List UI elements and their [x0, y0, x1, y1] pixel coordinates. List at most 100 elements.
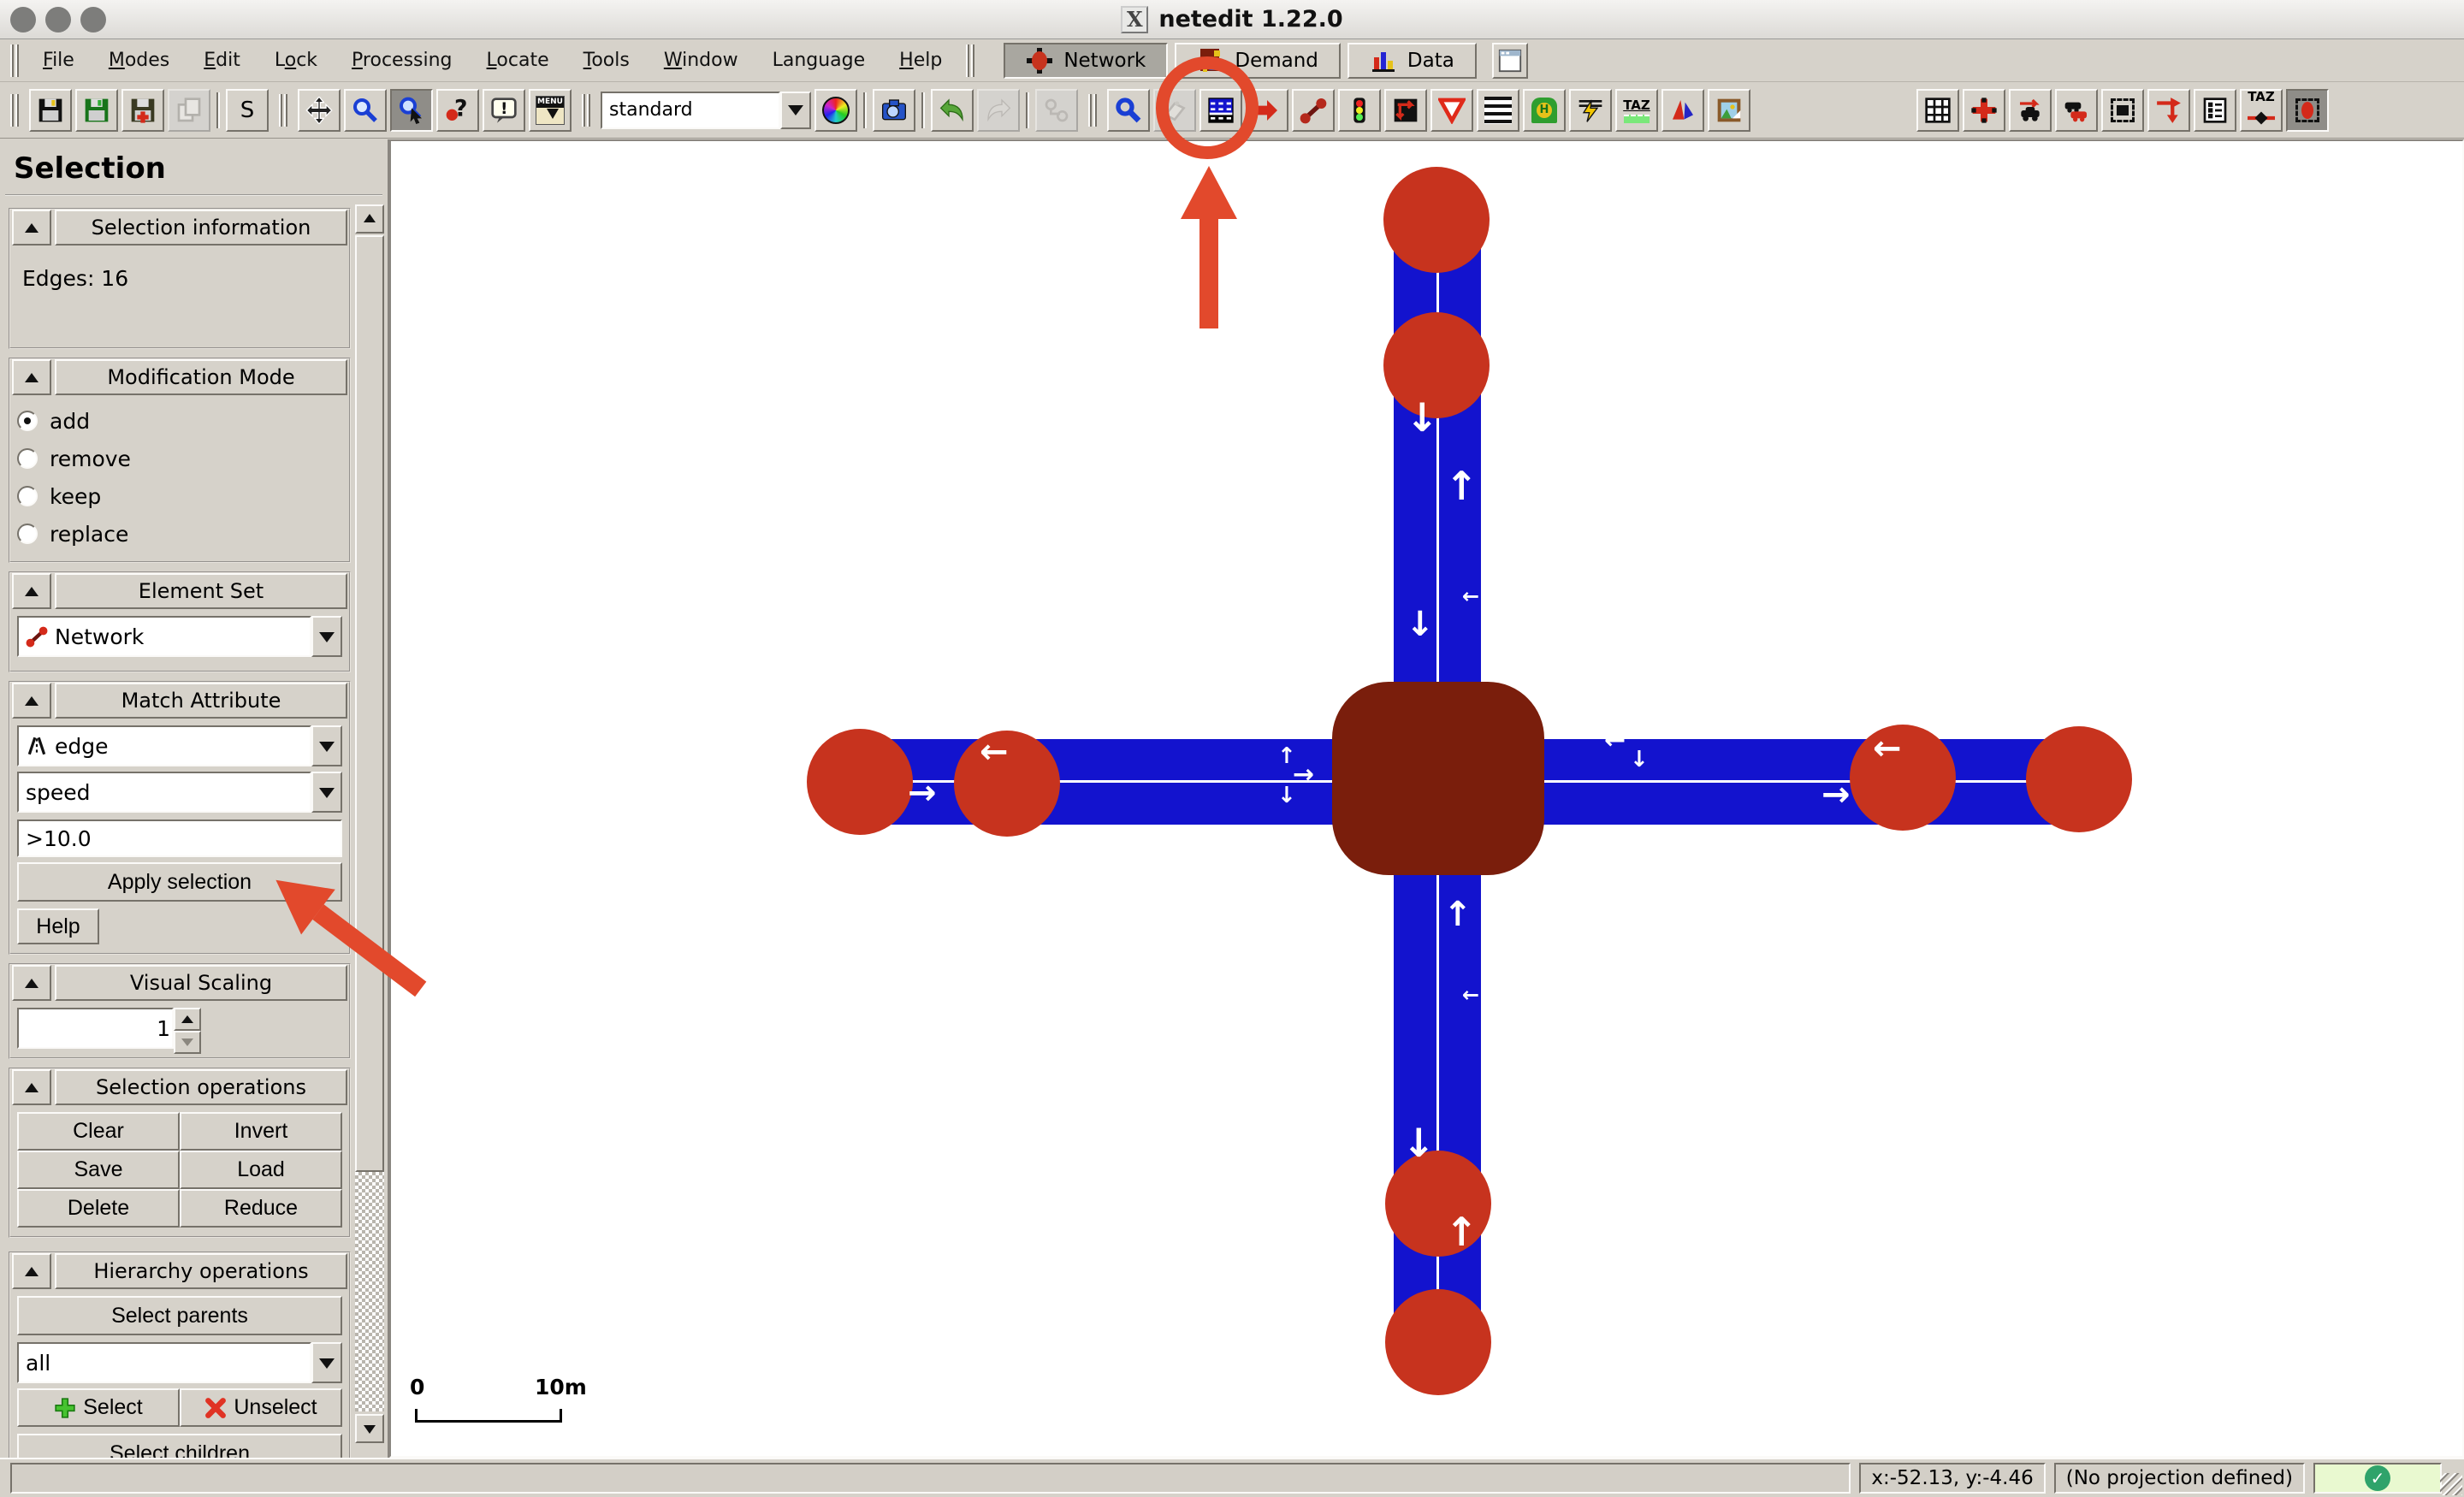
menu-lock[interactable]: Lock — [258, 40, 335, 81]
collapse-button[interactable] — [12, 965, 51, 1001]
selection-lock-button[interactable] — [2101, 89, 2144, 132]
undo-button[interactable] — [931, 89, 974, 132]
scale-spinner[interactable]: 1 — [17, 1008, 201, 1049]
clear-button[interactable]: Clear — [17, 1112, 180, 1151]
spin-down-button[interactable] — [174, 1031, 201, 1054]
vehicle-lock-button[interactable] — [2055, 89, 2098, 132]
toolbar-grip[interactable] — [10, 94, 19, 127]
select-children-button[interactable]: Select children — [17, 1434, 342, 1458]
tab-network[interactable]: Network — [1004, 43, 1168, 79]
screenshot-button[interactable] — [873, 89, 915, 132]
element-type-combo[interactable]: edge — [17, 725, 342, 766]
combo-dropdown-button[interactable] — [311, 725, 342, 766]
toolbar-grip[interactable] — [966, 44, 974, 77]
junction-lock-button[interactable] — [1963, 89, 2005, 132]
group-title[interactable]: Selection information — [55, 210, 347, 246]
save-network-button[interactable] — [29, 89, 72, 132]
menu-hint-button[interactable]: MENU — [529, 89, 572, 132]
menu-modes[interactable]: Modes — [92, 40, 187, 81]
form-button[interactable] — [2194, 89, 2236, 132]
additional-mode-button[interactable] — [1384, 89, 1427, 132]
grid-button[interactable] — [1916, 89, 1959, 132]
redo-button[interactable] — [977, 89, 1020, 132]
connection-mode-button[interactable] — [1292, 89, 1335, 132]
tab-data[interactable]: Data — [1348, 43, 1477, 79]
tooltip-button[interactable]: ! — [483, 89, 525, 132]
prohibition-mode-button[interactable] — [1430, 89, 1473, 132]
scrollbar-track[interactable] — [355, 1172, 384, 1411]
match-value-input[interactable] — [17, 820, 342, 857]
decal-mode-button[interactable] — [1708, 89, 1750, 132]
element-set-combo[interactable]: Network — [17, 616, 342, 657]
spin-up-button[interactable] — [174, 1008, 201, 1031]
collapse-button[interactable] — [12, 573, 51, 609]
inspect-mode-button[interactable] — [390, 89, 433, 132]
collapse-button[interactable] — [12, 1069, 51, 1105]
combo-dropdown-button[interactable] — [311, 772, 342, 813]
edit-coloring-button[interactable] — [814, 89, 857, 132]
select-button[interactable]: Select — [17, 1388, 180, 1427]
radio-remove[interactable]: remove — [17, 440, 342, 477]
color-scheme-combo[interactable]: standard — [601, 92, 811, 129]
window-layout-button[interactable] — [1492, 43, 1528, 79]
junction-node[interactable] — [807, 729, 913, 835]
collapse-button[interactable] — [12, 359, 51, 395]
help-button[interactable]: Help — [17, 908, 99, 944]
taz-mode-button[interactable]: TAZ — [1615, 89, 1658, 132]
busstop-mode-button[interactable]: H — [1523, 89, 1566, 132]
find-button[interactable] — [1107, 89, 1150, 132]
menu-file[interactable]: File — [26, 40, 92, 81]
group-title[interactable]: Visual Scaling — [55, 965, 347, 1001]
collapse-button[interactable] — [12, 683, 51, 719]
combo-dropdown-button[interactable] — [311, 616, 342, 657]
save-plain-button[interactable] — [75, 89, 118, 132]
poi-lock-button[interactable] — [2286, 89, 2329, 132]
load-selection-button[interactable]: Load — [180, 1151, 342, 1189]
radio-keep[interactable]: keep — [17, 477, 342, 515]
select-parents-button[interactable]: Select parents — [17, 1296, 342, 1335]
menu-tools[interactable]: Tools — [566, 40, 647, 81]
junction-node[interactable] — [1850, 725, 1956, 831]
route-lock-button[interactable] — [2147, 89, 2190, 132]
toolbar-grip[interactable] — [279, 94, 287, 127]
copy-button[interactable] — [168, 89, 210, 132]
collapse-button[interactable] — [12, 210, 51, 246]
delete-selection-button[interactable]: Delete — [17, 1189, 180, 1228]
menu-help[interactable]: Help — [882, 40, 959, 81]
radio-add[interactable]: add — [17, 402, 342, 440]
sidebar-scrollbar[interactable] — [355, 204, 384, 1443]
toolbar-grip[interactable] — [1088, 94, 1097, 127]
group-title[interactable]: Hierarchy operations — [55, 1253, 347, 1289]
menu-edit[interactable]: Edit — [187, 40, 258, 81]
scroll-up-button[interactable] — [355, 204, 384, 234]
junction-node[interactable] — [2026, 726, 2132, 832]
move-view-button[interactable] — [298, 89, 341, 132]
group-title[interactable]: Element Set — [55, 573, 347, 609]
radio-replace[interactable]: replace — [17, 515, 342, 553]
save-selection-button[interactable]: Save — [17, 1151, 180, 1189]
combo-dropdown-button[interactable] — [780, 92, 811, 129]
wire-mode-button[interactable] — [1569, 89, 1612, 132]
window-resize-grip[interactable] — [2440, 1473, 2462, 1495]
hierarchy-filter-combo[interactable]: all — [17, 1342, 342, 1383]
menu-language[interactable]: Language — [755, 40, 883, 81]
combo-dropdown-button[interactable] — [311, 1342, 342, 1383]
toolbar-grip[interactable] — [582, 94, 590, 127]
group-title[interactable]: Modification Mode — [55, 359, 347, 395]
attribute-combo[interactable]: speed — [17, 772, 342, 813]
menu-processing[interactable]: Processing — [335, 40, 470, 81]
traffic-light-mode-button[interactable] — [1338, 89, 1381, 132]
unselect-button[interactable]: Unselect — [180, 1388, 342, 1427]
junction-node[interactable] — [1385, 1289, 1491, 1395]
menu-window[interactable]: Window — [647, 40, 755, 81]
reduce-button[interactable]: Reduce — [180, 1189, 342, 1228]
crossing-mode-button[interactable] — [1477, 89, 1519, 132]
invert-button[interactable]: Invert — [180, 1112, 342, 1151]
center-junction[interactable] — [1332, 682, 1544, 875]
save-extra-button[interactable] — [121, 89, 164, 132]
compute-path-button[interactable] — [1035, 89, 1078, 132]
menu-locate[interactable]: Locate — [470, 40, 566, 81]
shape-mode-button[interactable] — [1661, 89, 1704, 132]
toolbar-grip[interactable] — [10, 44, 19, 77]
group-title[interactable]: Match Attribute — [55, 683, 347, 719]
